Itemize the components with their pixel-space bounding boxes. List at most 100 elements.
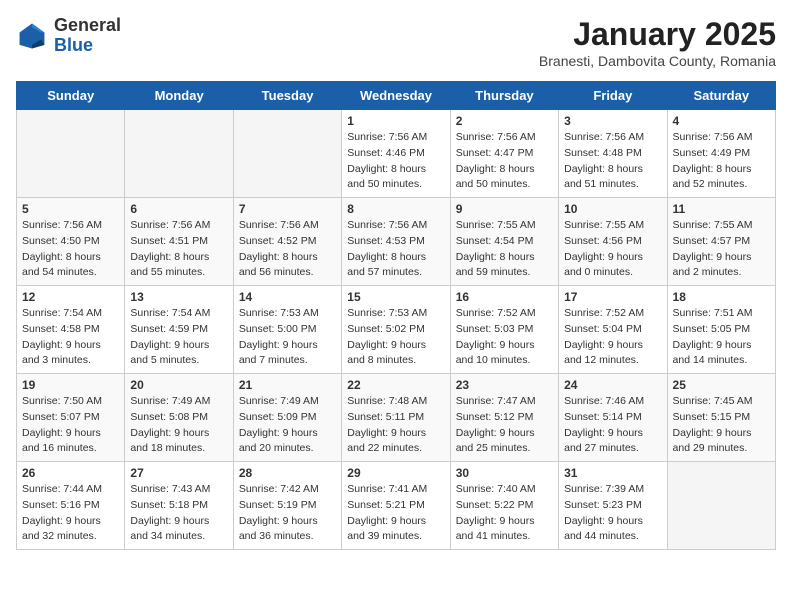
calendar-week-row: 26 Sunrise: 7:44 AM Sunset: 5:16 PM Dayli… bbox=[17, 462, 776, 550]
day-info: Sunrise: 7:51 AM Sunset: 5:05 PM Dayligh… bbox=[673, 306, 770, 369]
calendar-subtitle: Branesti, Dambovita County, Romania bbox=[539, 53, 776, 69]
calendar-day-cell: 13 Sunrise: 7:54 AM Sunset: 4:59 PM Dayli… bbox=[125, 286, 233, 374]
calendar-day-cell: 8 Sunrise: 7:56 AM Sunset: 4:53 PM Daylig… bbox=[342, 198, 450, 286]
day-number: 3 bbox=[564, 114, 661, 128]
calendar-day-cell: 4 Sunrise: 7:56 AM Sunset: 4:49 PM Daylig… bbox=[667, 110, 775, 198]
calendar-day-cell: 14 Sunrise: 7:53 AM Sunset: 5:00 PM Dayli… bbox=[233, 286, 341, 374]
day-info: Sunrise: 7:56 AM Sunset: 4:49 PM Dayligh… bbox=[673, 130, 770, 193]
weekday-header: Sunday bbox=[17, 82, 125, 110]
day-number: 19 bbox=[22, 378, 119, 392]
day-info: Sunrise: 7:46 AM Sunset: 5:14 PM Dayligh… bbox=[564, 394, 661, 457]
day-number: 29 bbox=[347, 466, 444, 480]
day-number: 26 bbox=[22, 466, 119, 480]
day-number: 8 bbox=[347, 202, 444, 216]
calendar-header: SundayMondayTuesdayWednesdayThursdayFrid… bbox=[17, 82, 776, 110]
day-number: 20 bbox=[130, 378, 227, 392]
calendar-day-cell: 21 Sunrise: 7:49 AM Sunset: 5:09 PM Dayli… bbox=[233, 374, 341, 462]
weekday-header: Wednesday bbox=[342, 82, 450, 110]
logo: General Blue bbox=[16, 16, 121, 56]
day-number: 2 bbox=[456, 114, 553, 128]
logo-icon bbox=[16, 20, 48, 52]
day-info: Sunrise: 7:42 AM Sunset: 5:19 PM Dayligh… bbox=[239, 482, 336, 545]
day-number: 18 bbox=[673, 290, 770, 304]
calendar-day-cell: 26 Sunrise: 7:44 AM Sunset: 5:16 PM Dayli… bbox=[17, 462, 125, 550]
calendar-day-cell: 17 Sunrise: 7:52 AM Sunset: 5:04 PM Dayli… bbox=[559, 286, 667, 374]
calendar-day-cell: 15 Sunrise: 7:53 AM Sunset: 5:02 PM Dayli… bbox=[342, 286, 450, 374]
weekday-header: Thursday bbox=[450, 82, 558, 110]
day-info: Sunrise: 7:48 AM Sunset: 5:11 PM Dayligh… bbox=[347, 394, 444, 457]
calendar-day-cell: 31Sunrise: 7:39 AM Sunset: 5:23 PM Dayli… bbox=[559, 462, 667, 550]
calendar-day-cell: 22 Sunrise: 7:48 AM Sunset: 5:11 PM Dayli… bbox=[342, 374, 450, 462]
day-number: 12 bbox=[22, 290, 119, 304]
calendar-day-cell: 2 Sunrise: 7:56 AM Sunset: 4:47 PM Daylig… bbox=[450, 110, 558, 198]
day-number: 28 bbox=[239, 466, 336, 480]
day-info: Sunrise: 7:49 AM Sunset: 5:09 PM Dayligh… bbox=[239, 394, 336, 457]
weekday-header: Monday bbox=[125, 82, 233, 110]
calendar-title: January 2025 bbox=[539, 16, 776, 53]
day-number: 6 bbox=[130, 202, 227, 216]
day-number: 7 bbox=[239, 202, 336, 216]
calendar-day-cell: 18 Sunrise: 7:51 AM Sunset: 5:05 PM Dayli… bbox=[667, 286, 775, 374]
calendar-day-cell bbox=[233, 110, 341, 198]
day-number: 1 bbox=[347, 114, 444, 128]
weekday-header: Friday bbox=[559, 82, 667, 110]
calendar-day-cell: 7 Sunrise: 7:56 AM Sunset: 4:52 PM Daylig… bbox=[233, 198, 341, 286]
day-info: Sunrise: 7:55 AM Sunset: 4:54 PM Dayligh… bbox=[456, 218, 553, 281]
day-number: 17 bbox=[564, 290, 661, 304]
day-info: Sunrise: 7:45 AM Sunset: 5:15 PM Dayligh… bbox=[673, 394, 770, 457]
day-info: Sunrise: 7:53 AM Sunset: 5:02 PM Dayligh… bbox=[347, 306, 444, 369]
day-info: Sunrise: 7:56 AM Sunset: 4:47 PM Dayligh… bbox=[456, 130, 553, 193]
day-info: Sunrise: 7:44 AM Sunset: 5:16 PM Dayligh… bbox=[22, 482, 119, 545]
day-number: 30 bbox=[456, 466, 553, 480]
day-number: 4 bbox=[673, 114, 770, 128]
calendar-body: 1 Sunrise: 7:56 AM Sunset: 4:46 PM Daylig… bbox=[17, 110, 776, 550]
calendar-week-row: 1 Sunrise: 7:56 AM Sunset: 4:46 PM Daylig… bbox=[17, 110, 776, 198]
title-area: January 2025 Branesti, Dambovita County,… bbox=[539, 16, 776, 69]
calendar-day-cell: 10Sunrise: 7:55 AM Sunset: 4:56 PM Dayli… bbox=[559, 198, 667, 286]
day-info: Sunrise: 7:56 AM Sunset: 4:48 PM Dayligh… bbox=[564, 130, 661, 193]
day-info: Sunrise: 7:55 AM Sunset: 4:57 PM Dayligh… bbox=[673, 218, 770, 281]
day-number: 21 bbox=[239, 378, 336, 392]
calendar-day-cell: 3 Sunrise: 7:56 AM Sunset: 4:48 PM Daylig… bbox=[559, 110, 667, 198]
day-number: 22 bbox=[347, 378, 444, 392]
day-info: Sunrise: 7:56 AM Sunset: 4:46 PM Dayligh… bbox=[347, 130, 444, 193]
day-number: 25 bbox=[673, 378, 770, 392]
day-info: Sunrise: 7:56 AM Sunset: 4:50 PM Dayligh… bbox=[22, 218, 119, 281]
day-info: Sunrise: 7:39 AM Sunset: 5:23 PM Dayligh… bbox=[564, 482, 661, 545]
weekday-header: Tuesday bbox=[233, 82, 341, 110]
day-info: Sunrise: 7:53 AM Sunset: 5:00 PM Dayligh… bbox=[239, 306, 336, 369]
calendar-day-cell: 25 Sunrise: 7:45 AM Sunset: 5:15 PM Dayli… bbox=[667, 374, 775, 462]
calendar-day-cell: 5 Sunrise: 7:56 AM Sunset: 4:50 PM Daylig… bbox=[17, 198, 125, 286]
calendar-day-cell: 19 Sunrise: 7:50 AM Sunset: 5:07 PM Dayli… bbox=[17, 374, 125, 462]
day-number: 24 bbox=[564, 378, 661, 392]
day-info: Sunrise: 7:43 AM Sunset: 5:18 PM Dayligh… bbox=[130, 482, 227, 545]
calendar-day-cell bbox=[125, 110, 233, 198]
day-info: Sunrise: 7:54 AM Sunset: 4:59 PM Dayligh… bbox=[130, 306, 227, 369]
day-number: 13 bbox=[130, 290, 227, 304]
calendar-table: SundayMondayTuesdayWednesdayThursdayFrid… bbox=[16, 81, 776, 550]
calendar-day-cell: 1 Sunrise: 7:56 AM Sunset: 4:46 PM Daylig… bbox=[342, 110, 450, 198]
calendar-day-cell: 6 Sunrise: 7:56 AM Sunset: 4:51 PM Daylig… bbox=[125, 198, 233, 286]
day-number: 15 bbox=[347, 290, 444, 304]
day-info: Sunrise: 7:56 AM Sunset: 4:51 PM Dayligh… bbox=[130, 218, 227, 281]
day-info: Sunrise: 7:41 AM Sunset: 5:21 PM Dayligh… bbox=[347, 482, 444, 545]
day-info: Sunrise: 7:47 AM Sunset: 5:12 PM Dayligh… bbox=[456, 394, 553, 457]
calendar-day-cell: 16Sunrise: 7:52 AM Sunset: 5:03 PM Dayli… bbox=[450, 286, 558, 374]
calendar-day-cell: 23Sunrise: 7:47 AM Sunset: 5:12 PM Dayli… bbox=[450, 374, 558, 462]
day-info: Sunrise: 7:50 AM Sunset: 5:07 PM Dayligh… bbox=[22, 394, 119, 457]
weekday-header: Saturday bbox=[667, 82, 775, 110]
day-info: Sunrise: 7:40 AM Sunset: 5:22 PM Dayligh… bbox=[456, 482, 553, 545]
day-info: Sunrise: 7:56 AM Sunset: 4:53 PM Dayligh… bbox=[347, 218, 444, 281]
day-info: Sunrise: 7:56 AM Sunset: 4:52 PM Dayligh… bbox=[239, 218, 336, 281]
logo-text: General Blue bbox=[54, 16, 121, 56]
day-info: Sunrise: 7:52 AM Sunset: 5:03 PM Dayligh… bbox=[456, 306, 553, 369]
day-number: 10 bbox=[564, 202, 661, 216]
day-number: 9 bbox=[456, 202, 553, 216]
calendar-day-cell: 20Sunrise: 7:49 AM Sunset: 5:08 PM Dayli… bbox=[125, 374, 233, 462]
calendar-day-cell bbox=[667, 462, 775, 550]
day-number: 14 bbox=[239, 290, 336, 304]
calendar-day-cell: 27Sunrise: 7:43 AM Sunset: 5:18 PM Dayli… bbox=[125, 462, 233, 550]
day-number: 5 bbox=[22, 202, 119, 216]
day-info: Sunrise: 7:52 AM Sunset: 5:04 PM Dayligh… bbox=[564, 306, 661, 369]
page-header: General Blue January 2025 Branesti, Damb… bbox=[16, 16, 776, 69]
